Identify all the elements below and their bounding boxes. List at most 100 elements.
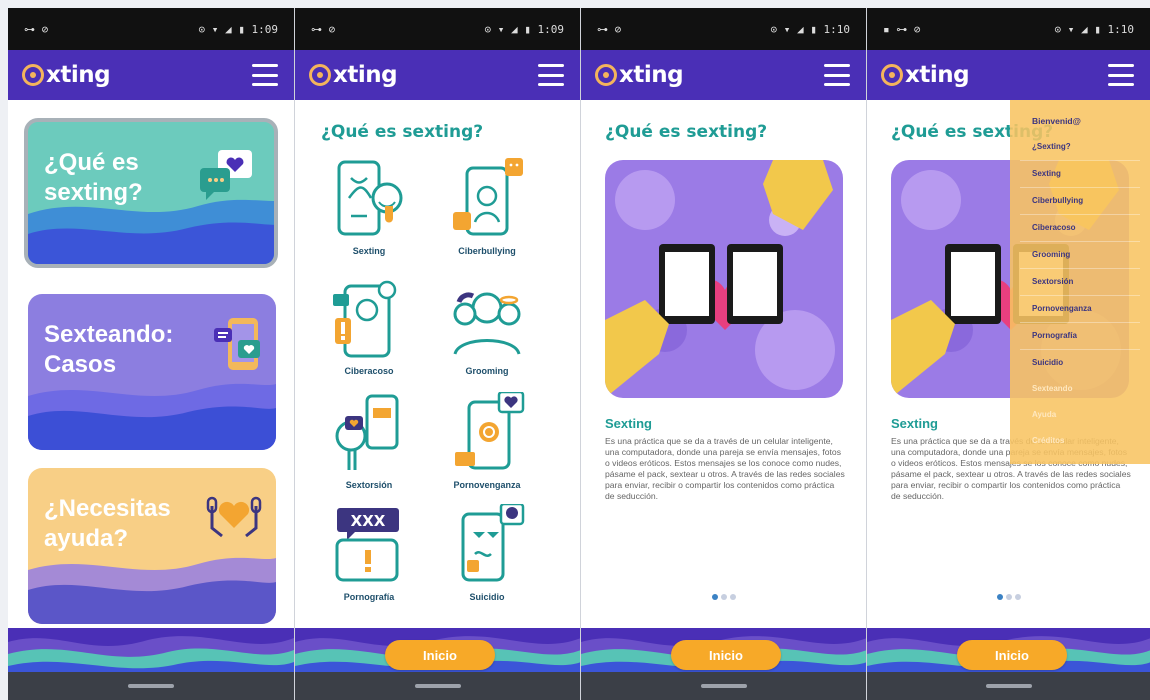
inicio-button[interactable]: Inicio bbox=[671, 640, 781, 670]
inicio-button[interactable]: Inicio bbox=[957, 640, 1067, 670]
grid-item-label: Grooming bbox=[465, 366, 509, 376]
grid-item-label: Sextorsión bbox=[345, 480, 393, 490]
inicio-button[interactable]: Inicio bbox=[385, 640, 495, 670]
home-content: ¿Qué es sexting? Sexteando: Casos ¿Neces… bbox=[8, 100, 294, 700]
page-title: ¿Qué es sexting? bbox=[605, 122, 768, 142]
status-left: ⊶ ⊘ bbox=[597, 22, 622, 36]
grid-content: ¿Qué es sexting? Sexting Ciberbullying C… bbox=[295, 100, 580, 700]
status-right: ⊙ ▾ ◢ ▮ 1:09 bbox=[484, 22, 564, 36]
extortion-icon bbox=[335, 394, 399, 470]
logo-icon bbox=[881, 64, 903, 86]
drawer-item-sextorsion[interactable]: Sextorsión bbox=[1010, 269, 1150, 295]
carousel-dot[interactable] bbox=[729, 594, 736, 600]
skull-phone-icon bbox=[461, 504, 525, 582]
hamburger-menu-icon[interactable] bbox=[538, 64, 564, 86]
grid-item-ciberacoso[interactable]: Ciberacoso bbox=[317, 278, 421, 376]
app-logo[interactable]: xting bbox=[595, 62, 684, 88]
drawer-item-sexteando[interactable]: Sexteando bbox=[1010, 376, 1150, 402]
grid-item-pornografia[interactable]: XXX Pornografía bbox=[317, 504, 421, 602]
card-que-es-sexting[interactable]: ¿Qué es sexting? bbox=[24, 118, 278, 268]
phone-screen-drawer: ▪ ⊶ ⊘ ⊙ ▾ ◢ ▮ 1:10 xting ¿Qué es sexting… bbox=[866, 8, 1150, 700]
logo-icon bbox=[595, 64, 617, 86]
phone-chat-icon bbox=[214, 318, 260, 370]
status-right: ⊙ ▾ ◢ ▮ 1:10 bbox=[770, 22, 850, 36]
grid-item-sextorsion[interactable]: Sextorsión bbox=[317, 392, 421, 490]
phone-screen-grid: ⊶ ⊘ ⊙ ▾ ◢ ▮ 1:09 xting ¿Qué es sexting? … bbox=[294, 8, 580, 700]
grid-item-grooming[interactable]: Grooming bbox=[435, 278, 539, 376]
logo-icon bbox=[22, 64, 44, 86]
status-right: ⊙ ▾ ◢ ▮ 1:10 bbox=[1054, 22, 1134, 36]
carousel-dot-active[interactable] bbox=[996, 594, 1003, 600]
app-logo[interactable]: xting bbox=[881, 62, 970, 88]
app-logo[interactable]: xting bbox=[309, 62, 398, 88]
stalker-icon bbox=[333, 280, 397, 358]
app-bar: xting bbox=[8, 50, 294, 100]
home-gesture-pill[interactable] bbox=[700, 684, 747, 688]
svg-text:XXX: XXX bbox=[351, 512, 386, 530]
drawer-item-sexting[interactable]: Sexting bbox=[1010, 161, 1150, 187]
drawer-item-que-es-sexting[interactable]: ¿Sexting? bbox=[1010, 134, 1150, 160]
status-right: ⊙ ▾ ◢ ▮ 1:09 bbox=[198, 22, 278, 36]
drawer-item-creditos[interactable]: Créditos bbox=[1010, 428, 1150, 454]
hamburger-menu-icon[interactable] bbox=[824, 64, 850, 86]
page-title: ¿Qué es sexting? bbox=[321, 122, 484, 142]
status-bar: ⊶ ⊘ ⊙ ▾ ◢ ▮ 1:09 bbox=[8, 8, 294, 50]
grid-item-label: Ciberbullying bbox=[458, 246, 516, 256]
status-bar: ⊶ ⊘ ⊙ ▾ ◢ ▮ 1:09 bbox=[295, 8, 580, 50]
status-bar: ⊶ ⊘ ⊙ ▾ ◢ ▮ 1:10 bbox=[581, 8, 866, 50]
drawer-item-pornografia[interactable]: Pornografía bbox=[1010, 323, 1150, 349]
app-bar: xting bbox=[581, 50, 866, 100]
grid-item-ciberbullying[interactable]: Ciberbullying bbox=[435, 158, 539, 256]
status-bar: ▪ ⊶ ⊘ ⊙ ▾ ◢ ▮ 1:10 bbox=[867, 8, 1150, 50]
grid-item-label: Ciberacoso bbox=[344, 366, 394, 376]
phone-screen-home: ⊶ ⊘ ⊙ ▾ ◢ ▮ 1:09 xting ¿Qué essexting? bbox=[8, 8, 294, 700]
phone-screen-detail: ⊶ ⊘ ⊙ ▾ ◢ ▮ 1:10 xting ¿Qué es sexting? bbox=[580, 8, 866, 700]
grid-item-pornovenganza[interactable]: Pornovenganza bbox=[435, 392, 539, 490]
app-logo[interactable]: xting bbox=[22, 62, 111, 88]
grid-item-label: Pornovenganza bbox=[453, 480, 521, 490]
carousel-dot[interactable] bbox=[1014, 594, 1021, 600]
card-sexteando-casos[interactable]: Sexteando: Casos bbox=[28, 294, 276, 450]
status-left: ⊶ ⊘ bbox=[311, 22, 336, 36]
carousel-dots bbox=[581, 594, 866, 600]
card-necesitas-ayuda[interactable]: ¿Necesitas ayuda? bbox=[28, 468, 276, 624]
carousel-dot[interactable] bbox=[720, 594, 727, 600]
drawer-item-bienvenida[interactable]: Bienvenid@ bbox=[1010, 108, 1150, 134]
xxx-phone-icon: XXX bbox=[335, 508, 399, 582]
grid-item-sexting[interactable]: Sexting bbox=[317, 158, 421, 256]
sexting-illustration bbox=[605, 160, 843, 398]
home-gesture-pill[interactable] bbox=[128, 684, 174, 688]
card-wave-bg bbox=[28, 557, 276, 624]
logo-text: xting bbox=[619, 62, 684, 88]
grid-item-suicidio[interactable]: Suicidio bbox=[435, 504, 539, 602]
hamburger-menu-icon[interactable] bbox=[252, 64, 278, 86]
phone-heartbreak-icon bbox=[455, 392, 525, 470]
drawer-item-pornovenganza[interactable]: Pornovenganza bbox=[1010, 296, 1150, 322]
home-gesture-pill[interactable] bbox=[985, 684, 1032, 688]
status-left: ⊶ ⊘ bbox=[24, 22, 49, 36]
grid-item-label: Sexting bbox=[352, 246, 386, 256]
logo-text: xting bbox=[905, 62, 970, 88]
drawer-item-ciberbullying[interactable]: Ciberbullying bbox=[1010, 188, 1150, 214]
logo-icon bbox=[309, 64, 331, 86]
drawer-item-grooming[interactable]: Grooming bbox=[1010, 242, 1150, 268]
system-nav-bar bbox=[295, 672, 580, 700]
logo-text: xting bbox=[333, 62, 398, 88]
drawer-item-suicidio[interactable]: Suicidio bbox=[1010, 350, 1150, 376]
hamburger-menu-icon[interactable] bbox=[1108, 64, 1134, 86]
status-left: ▪ ⊶ ⊘ bbox=[883, 22, 921, 36]
home-gesture-pill[interactable] bbox=[414, 684, 461, 688]
carousel-dot-active[interactable] bbox=[711, 594, 718, 600]
drawer-item-ciberacoso[interactable]: Ciberacoso bbox=[1010, 215, 1150, 241]
card-wave-bg bbox=[28, 383, 276, 450]
grid-item-label: Suicidio bbox=[469, 592, 505, 602]
phone-face-icon bbox=[337, 160, 403, 236]
slide-heading: Sexting bbox=[891, 416, 938, 431]
app-bar: xting bbox=[295, 50, 580, 100]
navigation-drawer: Bienvenid@ ¿Sexting? Sexting Ciberbullyi… bbox=[1010, 100, 1150, 464]
carousel-dot[interactable] bbox=[1005, 594, 1012, 600]
logo-text: xting bbox=[46, 62, 111, 88]
app-bar: xting bbox=[867, 50, 1150, 100]
drawer-item-ayuda[interactable]: Ayuda bbox=[1010, 402, 1150, 428]
card-wave-bg bbox=[28, 199, 274, 264]
